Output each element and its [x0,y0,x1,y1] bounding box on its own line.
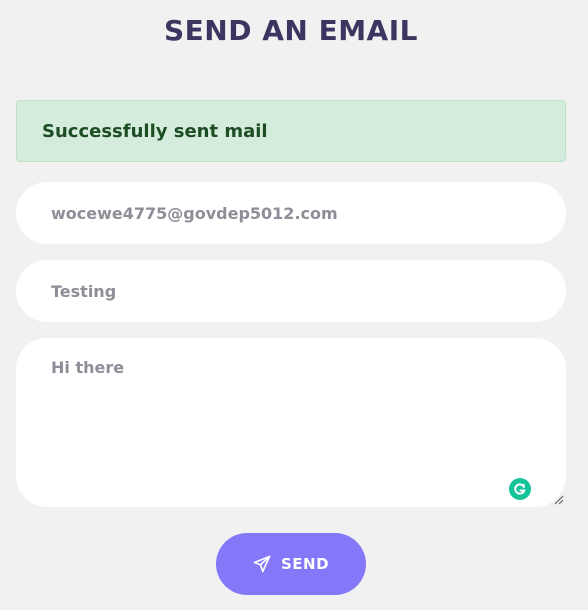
subject-field[interactable] [16,260,566,322]
message-text: Hi there [51,358,125,377]
email-field[interactable] [16,182,566,244]
email-form-page: SEND AN EMAIL Successfully sent mail Hi … [0,0,588,610]
grammarly-icon[interactable] [509,478,531,500]
resize-handle-icon[interactable] [554,495,564,505]
paper-plane-icon [253,555,271,573]
message-textarea[interactable]: Hi there [16,338,566,507]
page-title: SEND AN EMAIL [164,14,418,47]
send-button[interactable]: SEND [216,533,366,595]
send-button-label: SEND [280,555,330,573]
success-alert: Successfully sent mail [16,100,566,162]
success-alert-text: Successfully sent mail [42,120,268,142]
